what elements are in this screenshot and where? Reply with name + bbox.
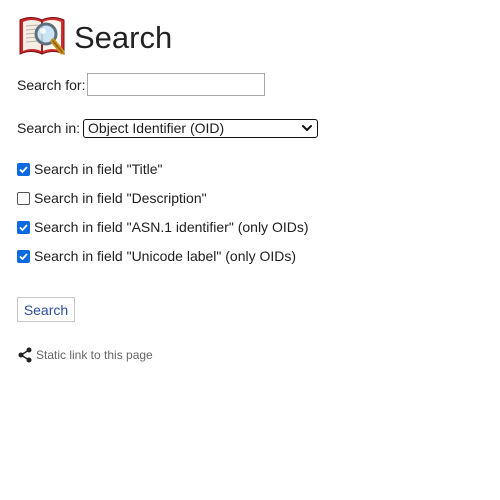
checkbox-row-description[interactable]: Search in field "Description" <box>17 189 207 207</box>
page-title: Search <box>74 20 173 55</box>
search-for-row: Search for: <box>17 72 266 97</box>
checkbox-unicode[interactable] <box>17 249 30 263</box>
search-in-selected-value: Object Identifier (OID) <box>88 120 225 136</box>
static-link[interactable]: Static link to this page <box>18 347 153 363</box>
static-link-label[interactable]: Static link to this page <box>36 348 153 362</box>
checkbox-title[interactable] <box>17 162 30 176</box>
checkbox-row-unicode[interactable]: Search in field "Unicode label" (only OI… <box>17 247 296 265</box>
checkbox-asn1[interactable] <box>17 220 30 234</box>
search-in-row: Search in: Object Identifier (OID) <box>17 118 319 138</box>
checkbox-label-title: Search in field "Title" <box>34 161 163 177</box>
search-button[interactable]: Search <box>17 297 75 322</box>
search-input[interactable] <box>87 73 266 96</box>
search-for-label: Search for: <box>17 76 86 93</box>
checkbox-label-unicode: Search in field "Unicode label" (only OI… <box>34 248 297 264</box>
share-icon <box>18 347 36 363</box>
book-magnifier-icon <box>17 14 67 60</box>
checkbox-row-asn1[interactable]: Search in field "ASN.1 identifier" (only… <box>17 218 309 236</box>
search-page: Search Search for: Search in: Object Ide… <box>0 0 500 500</box>
checkbox-label-description: Search in field "Description" <box>34 190 207 206</box>
page-header: Search <box>17 14 172 60</box>
checkbox-row-title[interactable]: Search in field "Title" <box>17 160 162 178</box>
search-in-label: Search in: <box>17 120 81 136</box>
checkbox-label-asn1: Search in field "ASN.1 identifier" (only… <box>34 219 309 235</box>
search-in-select[interactable]: Object Identifier (OID) <box>83 118 319 138</box>
chevron-down-icon <box>301 122 313 134</box>
checkbox-description[interactable] <box>17 191 30 205</box>
